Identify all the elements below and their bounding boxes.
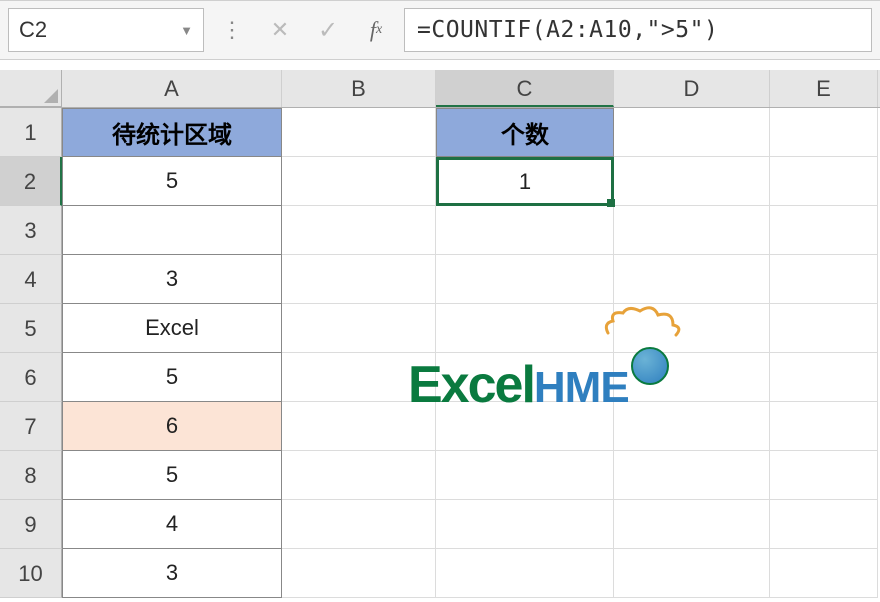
row-9: 9 4 bbox=[0, 500, 880, 549]
enter-check-icon[interactable]: ✓ bbox=[308, 8, 348, 52]
cell-D8[interactable] bbox=[614, 451, 770, 500]
cell-C9[interactable] bbox=[436, 500, 614, 549]
select-all-corner[interactable] bbox=[0, 70, 62, 107]
col-header-C[interactable]: C bbox=[436, 70, 614, 107]
cell-A1[interactable]: 待统计区域 bbox=[62, 108, 282, 157]
cell-B7[interactable] bbox=[282, 402, 436, 451]
cell-D1[interactable] bbox=[614, 108, 770, 157]
spreadsheet-grid: A B C D E 1 待统计区域 个数 2 5 1 3 4 3 5 bbox=[0, 70, 880, 598]
divider-dots-icon: ⋮ bbox=[212, 8, 252, 52]
cell-C4[interactable] bbox=[436, 255, 614, 304]
cell-B9[interactable] bbox=[282, 500, 436, 549]
row-7: 7 6 bbox=[0, 402, 880, 451]
cell-D6[interactable] bbox=[614, 353, 770, 402]
row-10: 10 3 bbox=[0, 549, 880, 598]
cell-C2[interactable]: 1 bbox=[436, 157, 614, 206]
row-6: 6 5 bbox=[0, 353, 880, 402]
cell-B5[interactable] bbox=[282, 304, 436, 353]
formula-input[interactable]: =COUNTIF(A2:A10,">5") bbox=[404, 8, 872, 52]
cell-D7[interactable] bbox=[614, 402, 770, 451]
name-box[interactable]: C2 ▼ bbox=[8, 8, 204, 52]
col-header-D[interactable]: D bbox=[614, 70, 770, 107]
cell-E9[interactable] bbox=[770, 500, 878, 549]
row-5: 5 Excel bbox=[0, 304, 880, 353]
cell-D3[interactable] bbox=[614, 206, 770, 255]
fx-icon[interactable]: fx bbox=[356, 8, 396, 52]
cell-A7[interactable]: 6 bbox=[62, 402, 282, 451]
name-box-dropdown-icon[interactable]: ▼ bbox=[180, 23, 193, 38]
row-header-2[interactable]: 2 bbox=[0, 157, 62, 206]
row-3: 3 bbox=[0, 206, 880, 255]
cell-E1[interactable] bbox=[770, 108, 878, 157]
cell-C3[interactable] bbox=[436, 206, 614, 255]
cell-B10[interactable] bbox=[282, 549, 436, 598]
cell-B2[interactable] bbox=[282, 157, 436, 206]
cell-E10[interactable] bbox=[770, 549, 878, 598]
cell-D5[interactable] bbox=[614, 304, 770, 353]
cell-E6[interactable] bbox=[770, 353, 878, 402]
cell-C6[interactable] bbox=[436, 353, 614, 402]
cell-A3[interactable] bbox=[62, 206, 282, 255]
row-header-9[interactable]: 9 bbox=[0, 500, 62, 549]
cell-A6[interactable]: 5 bbox=[62, 353, 282, 402]
row-header-10[interactable]: 10 bbox=[0, 549, 62, 598]
cell-D9[interactable] bbox=[614, 500, 770, 549]
row-1: 1 待统计区域 个数 bbox=[0, 108, 880, 157]
cell-D4[interactable] bbox=[614, 255, 770, 304]
cell-A4[interactable]: 3 bbox=[62, 255, 282, 304]
col-header-B[interactable]: B bbox=[282, 70, 436, 107]
row-header-5[interactable]: 5 bbox=[0, 304, 62, 353]
row-header-1[interactable]: 1 bbox=[0, 108, 62, 157]
cell-E5[interactable] bbox=[770, 304, 878, 353]
cell-E7[interactable] bbox=[770, 402, 878, 451]
column-header-row: A B C D E bbox=[0, 70, 880, 108]
row-header-8[interactable]: 8 bbox=[0, 451, 62, 500]
cell-E2[interactable] bbox=[770, 157, 878, 206]
cell-D2[interactable] bbox=[614, 157, 770, 206]
formula-text: =COUNTIF(A2:A10,">5") bbox=[417, 17, 718, 43]
name-box-value: C2 bbox=[19, 17, 47, 43]
row-header-4[interactable]: 4 bbox=[0, 255, 62, 304]
cell-C1[interactable]: 个数 bbox=[436, 108, 614, 157]
cell-B6[interactable] bbox=[282, 353, 436, 402]
cell-C5[interactable] bbox=[436, 304, 614, 353]
cell-B1[interactable] bbox=[282, 108, 436, 157]
cell-A2[interactable]: 5 bbox=[62, 157, 282, 206]
col-header-E[interactable]: E bbox=[770, 70, 878, 107]
formula-bar: C2 ▼ ⋮ ✕ ✓ fx =COUNTIF(A2:A10,">5") bbox=[0, 0, 880, 60]
cell-E3[interactable] bbox=[770, 206, 878, 255]
row-4: 4 3 bbox=[0, 255, 880, 304]
cell-C8[interactable] bbox=[436, 451, 614, 500]
col-header-A[interactable]: A bbox=[62, 70, 282, 107]
row-header-7[interactable]: 7 bbox=[0, 402, 62, 451]
cell-B4[interactable] bbox=[282, 255, 436, 304]
row-2: 2 5 1 bbox=[0, 157, 880, 206]
cell-D10[interactable] bbox=[614, 549, 770, 598]
row-header-3[interactable]: 3 bbox=[0, 206, 62, 255]
cell-A5[interactable]: Excel bbox=[62, 304, 282, 353]
cancel-icon[interactable]: ✕ bbox=[260, 8, 300, 52]
cell-A10[interactable]: 3 bbox=[62, 549, 282, 598]
cell-A9[interactable]: 4 bbox=[62, 500, 282, 549]
cell-E4[interactable] bbox=[770, 255, 878, 304]
cell-C10[interactable] bbox=[436, 549, 614, 598]
cell-B8[interactable] bbox=[282, 451, 436, 500]
cell-E8[interactable] bbox=[770, 451, 878, 500]
cell-A8[interactable]: 5 bbox=[62, 451, 282, 500]
cell-B3[interactable] bbox=[282, 206, 436, 255]
row-header-6[interactable]: 6 bbox=[0, 353, 62, 402]
cell-C7[interactable] bbox=[436, 402, 614, 451]
row-8: 8 5 bbox=[0, 451, 880, 500]
